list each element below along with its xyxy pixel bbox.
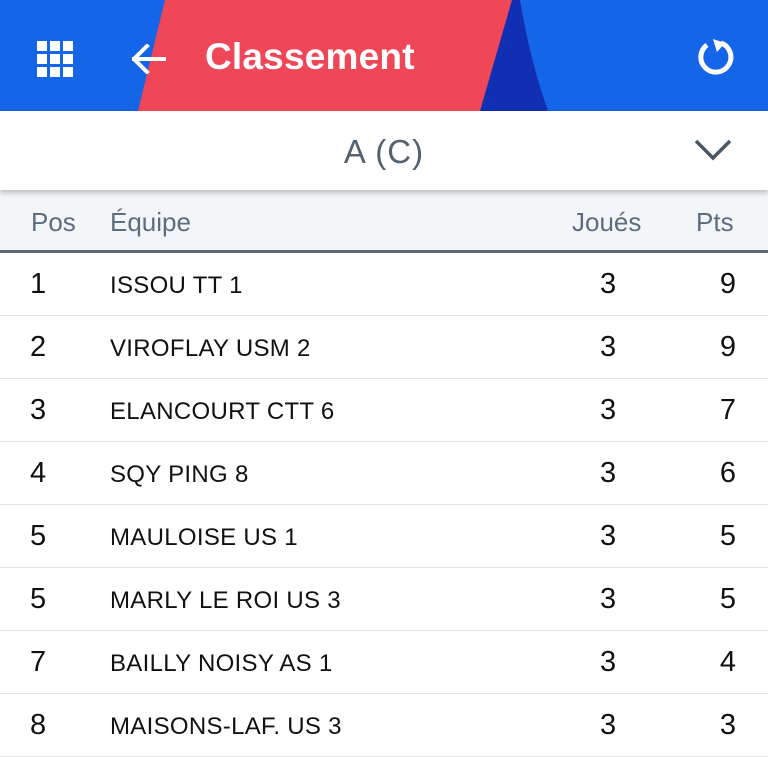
table-row[interactable]: 5 MARLY LE ROI US 3 3 5 bbox=[0, 568, 768, 631]
row-played: 3 bbox=[600, 646, 617, 678]
table-row[interactable]: 8 MAISONS-LAF. US 3 3 3 bbox=[0, 694, 768, 757]
row-pos: 8 bbox=[30, 709, 47, 741]
table-header: Pos Équipe Joués Pts bbox=[0, 190, 768, 253]
row-played: 3 bbox=[600, 709, 617, 741]
row-pos: 5 bbox=[30, 520, 47, 552]
row-team: VIROFLAY USM 2 bbox=[110, 335, 311, 362]
row-played: 3 bbox=[600, 394, 617, 426]
row-played: 3 bbox=[600, 520, 617, 552]
row-pos: 5 bbox=[30, 583, 47, 615]
header-pts: Pts bbox=[696, 207, 734, 237]
row-pos: 3 bbox=[30, 394, 47, 426]
row-pts: 5 bbox=[719, 520, 736, 552]
row-pts: 6 bbox=[719, 457, 736, 489]
row-team: ISSOU TT 1 bbox=[110, 272, 243, 299]
table-row[interactable]: 4 SQY PING 8 3 6 bbox=[0, 442, 768, 505]
row-pts: 7 bbox=[719, 394, 736, 426]
row-pts: 9 bbox=[719, 268, 736, 300]
row-played: 3 bbox=[600, 331, 617, 363]
table-row[interactable]: 7 BAILLY NOISY AS 1 3 4 bbox=[0, 631, 768, 694]
table-row[interactable]: 5 MAULOISE US 1 3 5 bbox=[0, 505, 768, 568]
row-pos: 1 bbox=[30, 268, 47, 300]
row-pts: 9 bbox=[719, 331, 736, 363]
page-title: Classement bbox=[205, 36, 415, 77]
row-team: MARLY LE ROI US 3 bbox=[110, 587, 341, 614]
row-team: ELANCOURT CTT 6 bbox=[110, 398, 335, 425]
row-pts: 4 bbox=[719, 646, 736, 678]
row-pts: 3 bbox=[719, 709, 736, 741]
refresh-icon[interactable] bbox=[686, 28, 744, 86]
row-team: SQY PING 8 bbox=[110, 461, 249, 488]
row-pos: 2 bbox=[30, 331, 47, 363]
row-team: BAILLY NOISY AS 1 bbox=[110, 650, 333, 677]
row-pos: 7 bbox=[30, 646, 47, 678]
group-selector[interactable]: A (C) bbox=[0, 111, 768, 190]
app-bar: Classement bbox=[0, 0, 768, 111]
table-row[interactable]: 1 ISSOU TT 1 3 9 bbox=[0, 253, 768, 316]
standings-table: 1 ISSOU TT 1 3 9 2 VIROFLAY USM 2 3 9 3 … bbox=[0, 253, 768, 757]
header-team: Équipe bbox=[110, 207, 191, 237]
header-pos: Pos bbox=[31, 207, 76, 237]
selected-group: A (C) bbox=[343, 133, 425, 170]
row-pos: 4 bbox=[30, 457, 47, 489]
row-pts: 5 bbox=[719, 583, 736, 615]
row-team: MAISONS-LAF. US 3 bbox=[110, 713, 342, 740]
arrow-left-icon[interactable] bbox=[120, 30, 178, 88]
row-played: 3 bbox=[600, 583, 617, 615]
table-row[interactable]: 2 VIROFLAY USM 2 3 9 bbox=[0, 316, 768, 379]
row-played: 3 bbox=[600, 457, 617, 489]
header-played: Joués bbox=[572, 207, 642, 237]
apps-grid-icon[interactable] bbox=[26, 30, 84, 88]
row-team: MAULOISE US 1 bbox=[110, 524, 298, 551]
row-played: 3 bbox=[600, 268, 617, 300]
chevron-down-icon[interactable] bbox=[694, 138, 732, 162]
table-row[interactable]: 3 ELANCOURT CTT 6 3 7 bbox=[0, 379, 768, 442]
